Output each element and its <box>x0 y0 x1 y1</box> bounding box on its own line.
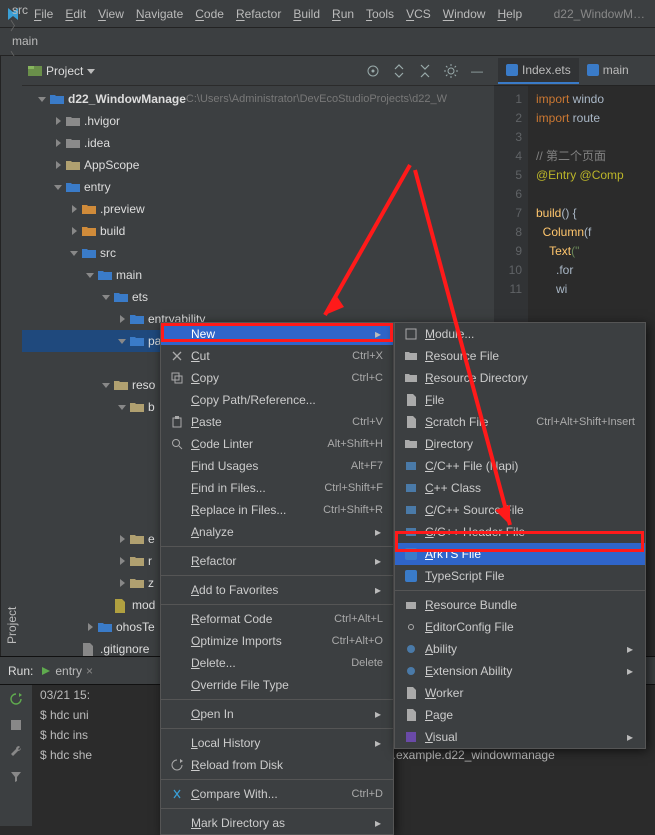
run-label: Run: <box>8 664 33 678</box>
tree-item[interactable]: entry <box>22 176 494 198</box>
editor-tab[interactable]: Index.ets <box>498 58 579 84</box>
menu-item-refactor[interactable]: Refactor▸ <box>161 550 393 572</box>
menu-item-analyze[interactable]: Analyze▸ <box>161 521 393 543</box>
tree-item[interactable]: .preview <box>22 198 494 220</box>
menu-item-resource-directory[interactable]: Resource Directory <box>395 367 645 389</box>
context-menu-new[interactable]: Module...Resource FileResource Directory… <box>394 322 646 749</box>
menu-build[interactable]: Build <box>287 3 326 25</box>
project-tool-tab[interactable]: Project <box>2 56 22 650</box>
hide-icon[interactable]: — <box>466 60 488 82</box>
tree-item[interactable]: .hvigor <box>22 110 494 132</box>
rerun-icon[interactable] <box>6 689 26 709</box>
menu-navigate[interactable]: Navigate <box>130 3 189 25</box>
menu-item-page[interactable]: Page <box>395 704 645 726</box>
editor-tabs: Index.etsmain <box>494 56 655 86</box>
tree-item[interactable]: AppScope <box>22 154 494 176</box>
menu-tools[interactable]: Tools <box>360 3 400 25</box>
menu-item-add-to-favorites[interactable]: Add to Favorites▸ <box>161 579 393 601</box>
menu-item-mark-directory-as[interactable]: Mark Directory as▸ <box>161 812 393 834</box>
menu-item-c-c-source-file[interactable]: C/C++ Source File <box>395 499 645 521</box>
menu-item-copy-path-reference-[interactable]: Copy Path/Reference... <box>161 389 393 411</box>
editor-tab[interactable]: main <box>579 58 637 84</box>
menu-item-override-file-type[interactable]: Override File Type <box>161 674 393 696</box>
collapse-all-icon[interactable] <box>414 60 436 82</box>
menu-item-optimize-imports[interactable]: Optimize ImportsCtrl+Alt+O <box>161 630 393 652</box>
stop-icon[interactable] <box>6 715 26 735</box>
menu-item-visual[interactable]: Visual▸ <box>395 726 645 748</box>
menu-item-copy[interactable]: CopyCtrl+C <box>161 367 393 389</box>
tree-item[interactable]: .idea <box>22 132 494 154</box>
menu-item-new[interactable]: New▸ <box>161 323 393 345</box>
menu-item-resource-bundle[interactable]: Resource Bundle <box>395 594 645 616</box>
menu-item-find-usages[interactable]: Find UsagesAlt+F7 <box>161 455 393 477</box>
context-menu-main[interactable]: New▸CutCtrl+XCopyCtrl+CCopy Path/Referen… <box>160 322 394 835</box>
panel-header: Project — <box>22 56 494 86</box>
menu-item-local-history[interactable]: Local History▸ <box>161 732 393 754</box>
menu-item-reformat-code[interactable]: Reformat CodeCtrl+Alt+L <box>161 608 393 630</box>
menu-item-ability[interactable]: Ability▸ <box>395 638 645 660</box>
menu-code[interactable]: Code <box>189 3 230 25</box>
run-toolbar <box>0 685 32 826</box>
menu-item-find-in-files-[interactable]: Find in Files...Ctrl+Shift+F <box>161 477 393 499</box>
tree-item[interactable]: ets <box>22 286 494 308</box>
menu-window[interactable]: Window <box>437 3 492 25</box>
tree-item[interactable]: src <box>22 242 494 264</box>
menu-item-compare-with-[interactable]: Compare With...Ctrl+D <box>161 783 393 805</box>
menu-run[interactable]: Run <box>326 3 360 25</box>
breadcrumb-bar: d22_WindowManage〉entry〉src〉main〉ets〉page… <box>0 28 655 56</box>
menu-help[interactable]: Help <box>491 3 528 25</box>
tree-item[interactable]: main <box>22 264 494 286</box>
menu-item-open-in[interactable]: Open In▸ <box>161 703 393 725</box>
menu-item-delete-[interactable]: Delete...Delete <box>161 652 393 674</box>
wrench-icon[interactable] <box>6 741 26 761</box>
menu-item-c-c-file-napi-[interactable]: C/C++ File (Napi) <box>395 455 645 477</box>
menu-item-resource-file[interactable]: Resource File <box>395 345 645 367</box>
tree-item[interactable]: d22_WindowManage C:\Users\Administrator\… <box>22 88 494 110</box>
locate-icon[interactable] <box>362 60 384 82</box>
tool-window-stripe[interactable]: Project <box>0 56 22 656</box>
expand-all-icon[interactable] <box>388 60 410 82</box>
gear-icon[interactable] <box>440 60 462 82</box>
menu-item-reload-from-disk[interactable]: Reload from Disk <box>161 754 393 776</box>
breadcrumb-item[interactable]: main <box>8 34 134 48</box>
menu-item-code-linter[interactable]: Code LinterAlt+Shift+H <box>161 433 393 455</box>
menu-item-replace-in-files-[interactable]: Replace in Files...Ctrl+Shift+R <box>161 499 393 521</box>
menu-item-directory[interactable]: Directory <box>395 433 645 455</box>
menu-item-extension-ability[interactable]: Extension Ability▸ <box>395 660 645 682</box>
menu-item-c-c-header-file[interactable]: C/C++ Header File <box>395 521 645 543</box>
menu-item-editorconfig-file[interactable]: EditorConfig File <box>395 616 645 638</box>
menu-item-scratch-file[interactable]: Scratch FileCtrl+Alt+Shift+Insert <box>395 411 645 433</box>
menu-item-file[interactable]: File <box>395 389 645 411</box>
menu-item-paste[interactable]: PasteCtrl+V <box>161 411 393 433</box>
menu-item-arkts-file[interactable]: ArkTS File <box>395 543 645 565</box>
filter-icon[interactable] <box>6 767 26 787</box>
menu-item-module-[interactable]: Module... <box>395 323 645 345</box>
panel-title[interactable]: Project <box>46 64 83 78</box>
menu-refactor[interactable]: Refactor <box>230 3 287 25</box>
menu-vcs[interactable]: VCS <box>400 3 437 25</box>
window-title: d22_WindowM… <box>554 7 651 21</box>
run-tab-label[interactable]: entry <box>55 664 82 678</box>
breadcrumb-item[interactable]: src <box>8 3 134 17</box>
menu-item-cut[interactable]: CutCtrl+X <box>161 345 393 367</box>
menu-item-c-class[interactable]: C++ Class <box>395 477 645 499</box>
tree-item[interactable]: build <box>22 220 494 242</box>
menu-item-typescript-file[interactable]: TypeScript File <box>395 565 645 587</box>
menu-item-worker[interactable]: Worker <box>395 682 645 704</box>
